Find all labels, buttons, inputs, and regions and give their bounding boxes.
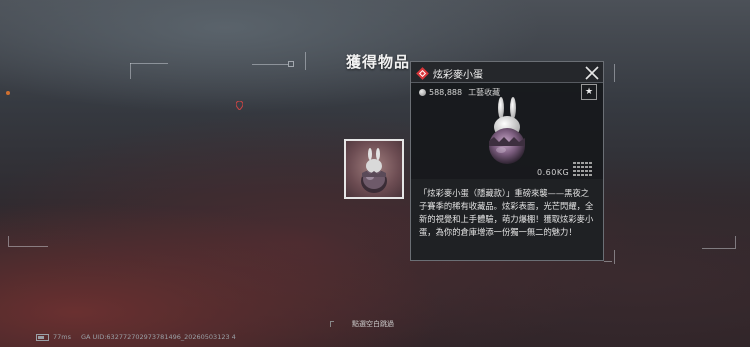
- item-price: 588,888: [429, 88, 463, 97]
- hud-line-bottom-left: [8, 236, 9, 246]
- red-diamond-icon: [416, 65, 429, 80]
- item-name: 炫彩麥小蛋: [433, 70, 483, 81]
- left-edge-dot: [6, 91, 10, 95]
- hud-line-panel-right: [604, 261, 612, 262]
- size-grid-icon: [573, 161, 595, 176]
- hud-line-left-vertical: [130, 63, 131, 79]
- item-image: [483, 94, 531, 166]
- hud-line-top-left: [130, 63, 168, 64]
- close-icon: [585, 66, 599, 80]
- bottom-hint-bracket: [330, 321, 334, 327]
- item-description: 「炫彩麥小蛋（隱藏款）」重磅來襲——黑夜之子賽季的稀有收藏品。炫彩表面，光芒閃耀…: [419, 188, 594, 237]
- close-button[interactable]: [585, 65, 599, 80]
- egg-thumbnail-icon: [361, 148, 387, 193]
- favorite-button[interactable]: ★: [581, 84, 597, 100]
- item-detail-panel: 炫彩麥小蛋 588,888 工藝收藏 ★ 0.60KG 「炫彩麥小蛋（隱藏款）」…: [410, 61, 604, 261]
- coin-icon: [419, 89, 426, 96]
- item-weight: 0.60KG: [537, 168, 570, 177]
- hud-bracket-left: [305, 52, 306, 70]
- item-thumbnail[interactable]: [344, 139, 404, 199]
- status-bar: 77ms GA UID:632772702973781496_2026050312…: [36, 333, 236, 341]
- map-pin-icon: [235, 95, 244, 111]
- panel-header: 炫彩麥小蛋: [411, 62, 603, 83]
- page-title: 獲得物品: [346, 53, 411, 71]
- hud-line-bottom-left-h: [8, 246, 48, 247]
- hud-marker: [288, 61, 294, 67]
- skip-hint[interactable]: 點選空白跳過: [352, 319, 394, 329]
- description-box: 「炫彩麥小蛋（隱藏款）」重磅來襲——黑夜之子賽季的稀有收藏品。炫彩表面，光芒閃耀…: [411, 179, 603, 260]
- battery-icon: [36, 333, 49, 341]
- uid-text: GA UID:632772702973781496_20260503123 4: [81, 333, 236, 341]
- hud-line-right-edge: [735, 236, 736, 248]
- hud-line-right-top: [614, 64, 615, 82]
- latency: 77ms: [53, 333, 71, 341]
- star-icon: ★: [584, 87, 594, 97]
- egg-rabbit-icon: [489, 97, 525, 164]
- hud-line-right-edge-h: [702, 248, 736, 249]
- hud-line-center: [252, 64, 288, 65]
- hud-line-right-bottom: [614, 250, 615, 264]
